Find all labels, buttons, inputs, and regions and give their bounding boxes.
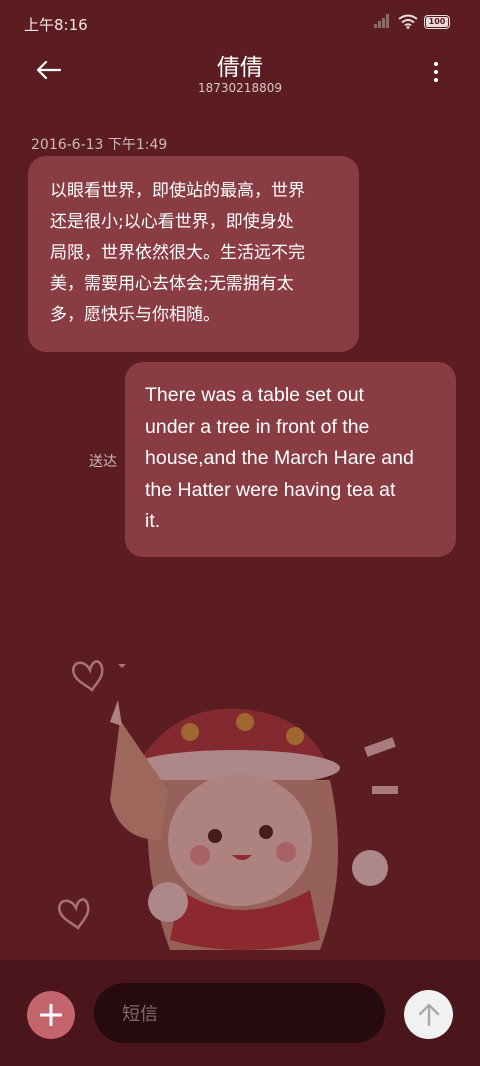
message-input[interactable]: 短信 bbox=[94, 983, 385, 1043]
status-time: 上午8:16 bbox=[24, 16, 88, 34]
message-line: 还是很小;以心看世界，即使身处 bbox=[50, 212, 294, 232]
contact-name: 倩倩 bbox=[217, 55, 263, 81]
send-button[interactable] bbox=[404, 990, 453, 1039]
incoming-message-bubble[interactable]: 以眼看世界，即使站的最高，世界 还是很小;以心看世界，即使身处 局限，世界依然很… bbox=[28, 156, 359, 352]
battery-icon: 100 bbox=[424, 15, 450, 29]
message-line: There was a table set out bbox=[145, 384, 364, 406]
signal-icon bbox=[374, 14, 389, 28]
battery-level: 100 bbox=[426, 17, 448, 27]
contact-phone: 18730218809 bbox=[198, 81, 282, 95]
more-vertical-icon bbox=[434, 62, 438, 66]
message-input-placeholder: 短信 bbox=[122, 1004, 158, 1025]
add-attachment-button[interactable] bbox=[27, 991, 75, 1039]
message-line: the Hatter were having tea at bbox=[145, 478, 396, 501]
message-line: house,and the March Hare and bbox=[145, 447, 414, 469]
message-line: 以眼看世界，即使站的最高，世界 bbox=[50, 181, 305, 201]
message-line: 美，需要用心去体会;无需拥有太 bbox=[50, 274, 294, 294]
arrow-up-icon bbox=[418, 1003, 439, 1026]
outgoing-message-bubble[interactable]: There was a table set out under a tree i… bbox=[125, 362, 456, 557]
delivery-status: 送达 bbox=[89, 454, 117, 470]
conversation-header: 倩倩 18730218809 bbox=[0, 44, 480, 104]
status-bar: 上午8:16 100 bbox=[0, 0, 480, 44]
wifi-icon bbox=[398, 14, 418, 29]
message-line: 多，愿快乐与你相随。 bbox=[50, 305, 220, 325]
more-options-button[interactable] bbox=[424, 58, 448, 86]
plus-icon bbox=[40, 1004, 62, 1026]
message-timestamp: 2016-6-13 下午1:49 bbox=[31, 137, 168, 153]
message-line: under a tree in front of the bbox=[145, 415, 370, 438]
message-line: 局限，世界依然很大。生活远不完 bbox=[50, 243, 305, 263]
wallpaper-illustration bbox=[58, 660, 398, 950]
message-line: it. bbox=[145, 510, 161, 532]
